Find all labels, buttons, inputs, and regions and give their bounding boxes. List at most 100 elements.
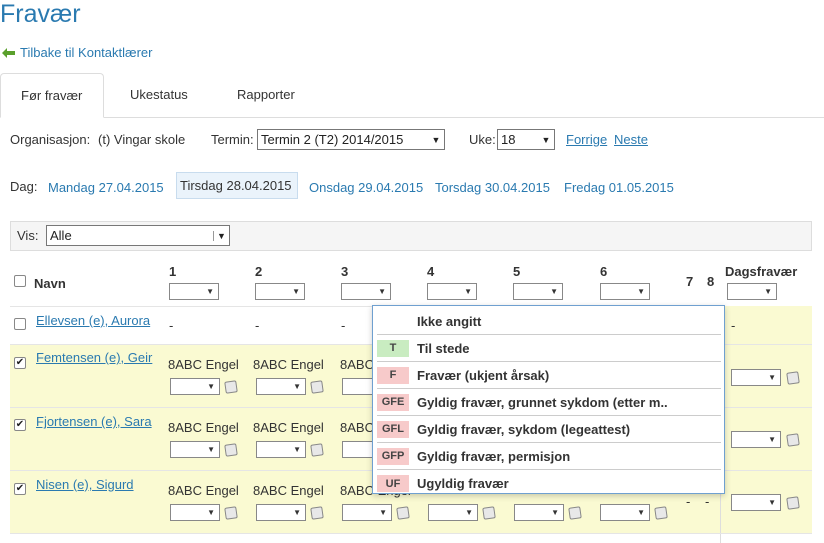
lesson-label: 8ABC Engel [168,357,239,372]
show-select[interactable]: Alle ▼ [46,225,230,246]
back-link[interactable]: Tilbake til Kontaktlærer [2,45,152,60]
row-checkbox-checked[interactable]: ✔ [14,357,26,369]
dropdown-option-gfe[interactable]: GFE Gyldig fravær, grunnet sykdom (etter… [377,389,721,416]
note-icon[interactable] [786,496,800,510]
period-3-select[interactable]: ▼ [341,283,391,300]
day-absence-row-select[interactable]: ▼ [731,494,781,511]
org-value: (t) Vingar skole [98,132,186,147]
week-select[interactable]: 18 ▼ [497,129,555,150]
day-absence-row-select[interactable]: ▼ [731,431,781,448]
show-select-value: Alle [50,228,72,243]
prev-week-link[interactable]: Forrige [566,132,607,147]
period-1-select[interactable]: ▼ [169,283,219,300]
absence-select[interactable]: ▼ [256,504,306,521]
lesson-label: 8ABC Engel [253,420,324,435]
row-checkbox-checked[interactable]: ✔ [14,483,26,495]
note-icon[interactable] [396,506,410,520]
day-wednesday[interactable]: Onsdag 29.04.2015 [309,180,423,195]
tab-rapporter[interactable]: Rapporter [217,73,321,118]
day-friday[interactable]: Fredag 01.05.2015 [564,180,674,195]
chevron-down-icon: ▼ [541,134,551,145]
absence-select[interactable]: ▼ [342,504,392,521]
dropdown-option-gfp[interactable]: GFP Gyldig fravær, permisjon [377,443,721,470]
cell-dash: - [255,318,260,333]
absence-select[interactable]: ▼ [170,441,220,458]
dropdown-option-til-stede[interactable]: T Til stede [377,335,721,362]
period-5-select[interactable]: ▼ [513,283,563,300]
student-name-link[interactable]: Ellevsen (e), Aurora [36,313,150,328]
week-label: Uke: [469,132,496,147]
day-monday[interactable]: Mandag 27.04.2015 [48,180,164,195]
period-header-5: 5 [513,264,521,279]
back-link-label[interactable]: Tilbake til Kontaktlærer [20,45,152,60]
period-header-7: 7 [686,274,694,289]
absence-select[interactable]: ▼ [170,378,220,395]
term-select-value: Termin 2 (T2) 2014/2015 [261,132,404,147]
note-icon[interactable] [786,371,800,385]
name-header: Navn [34,276,66,291]
student-name-link[interactable]: Nisen (e), Sigurd [36,477,134,492]
option-label: Ugyldig fravær [417,476,509,491]
note-icon[interactable] [482,506,496,520]
option-label: Fravær (ukjent årsak) [417,367,550,383]
back-arrow-icon [2,47,15,58]
note-icon[interactable] [568,506,582,520]
student-name-link[interactable]: Femtensen (e), Geir [36,350,152,365]
note-icon[interactable] [310,443,324,457]
note-icon[interactable] [654,506,668,520]
dropdown-option-gfl[interactable]: GFL Gyldig fravær, sykdom (legeattest) [377,416,721,443]
day-thursday[interactable]: Torsdag 30.04.2015 [435,180,550,195]
row-checkbox-checked[interactable]: ✔ [14,419,26,431]
day-absence-select[interactable]: ▼ [727,283,777,300]
lesson-label: 8ABC Engel [253,483,324,498]
day-absence-row-select[interactable]: ▼ [731,369,781,386]
option-label: Gyldig fravær, permisjon [417,448,571,464]
tab-for-fravaer[interactable]: Før fravær [0,73,104,118]
period-2-select[interactable]: ▼ [255,283,305,300]
note-icon[interactable] [310,506,324,520]
absence-select[interactable]: ▼ [256,378,306,395]
option-label: Gyldig fravær, grunnet sykdom (etter m.. [417,394,668,410]
code-badge: GFE [377,393,409,411]
period-4-select[interactable]: ▼ [427,283,477,300]
absence-select[interactable]: ▼ [600,504,650,521]
period-header-3: 3 [341,264,349,279]
dropdown-option-fravaer-ukjent[interactable]: F Fravær (ukjent årsak) [377,362,721,389]
period-header-4: 4 [427,264,435,279]
absence-select[interactable]: ▼ [256,441,306,458]
day-tuesday-selected[interactable]: Tirsdag 28.04.2015 [180,178,292,193]
tab-ukestatus[interactable]: Ukestatus [110,73,214,118]
dropdown-option-ikke-angitt[interactable]: Ikke angitt [377,308,721,335]
term-select[interactable]: Termin 2 (T2) 2014/2015 ▼ [257,129,445,150]
absence-select[interactable]: ▼ [428,504,478,521]
cell-dash: - [731,318,736,333]
note-icon[interactable] [310,380,324,394]
day-absence-header: Dagsfravær [725,264,798,279]
next-week-link[interactable]: Neste [614,132,648,147]
note-icon[interactable] [224,506,238,520]
option-label: Gyldig fravær, sykdom (legeattest) [417,421,631,437]
note-icon[interactable] [786,433,800,447]
absence-select[interactable]: ▼ [170,504,220,521]
row-checkbox[interactable] [14,318,26,330]
page-title: Fravær [0,0,81,28]
period-6-select[interactable]: ▼ [600,283,650,300]
term-label: Termin: [211,132,254,147]
week-select-value: 18 [501,132,516,147]
code-badge: F [377,366,409,384]
note-icon[interactable] [224,380,238,394]
org-label: Organisasjon: [10,132,91,147]
lesson-label: 8ABC Engel [253,357,324,372]
absence-code-dropdown: Ikke angitt T Til stede F Fravær (ukjent… [372,305,725,494]
note-icon[interactable] [224,443,238,457]
lesson-label: 8ABC Engel [168,483,239,498]
select-all-checkbox[interactable] [14,275,26,287]
chevron-down-icon: ▼ [213,230,229,241]
dropdown-option-uf[interactable]: UF Ugyldig fravær [377,470,721,497]
day-label: Dag: [10,179,38,194]
option-label: Til stede [417,340,470,356]
option-label: Ikke angitt [417,313,482,329]
absence-select[interactable]: ▼ [514,504,564,521]
student-name-link[interactable]: Fjortensen (e), Sara [36,414,152,429]
cell-dash: - [341,318,346,333]
